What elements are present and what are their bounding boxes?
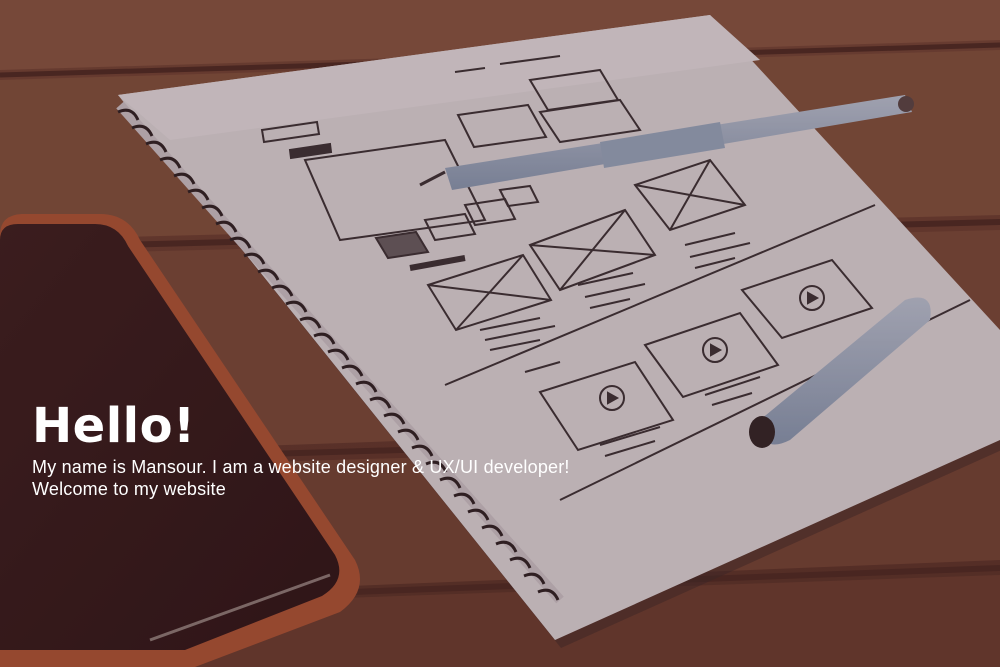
hero-background-image — [0, 0, 1000, 667]
hero-text-block: Hello! My name is Mansour. I am a websit… — [32, 396, 732, 500]
hero-welcome-text: Welcome to my website — [32, 479, 226, 499]
hero-title: Hello! — [32, 398, 196, 454]
hero-intro-text: My name is Mansour. I am a website desig… — [32, 457, 570, 477]
hero-section: Hello! My name is Mansour. I am a websit… — [0, 0, 1000, 667]
